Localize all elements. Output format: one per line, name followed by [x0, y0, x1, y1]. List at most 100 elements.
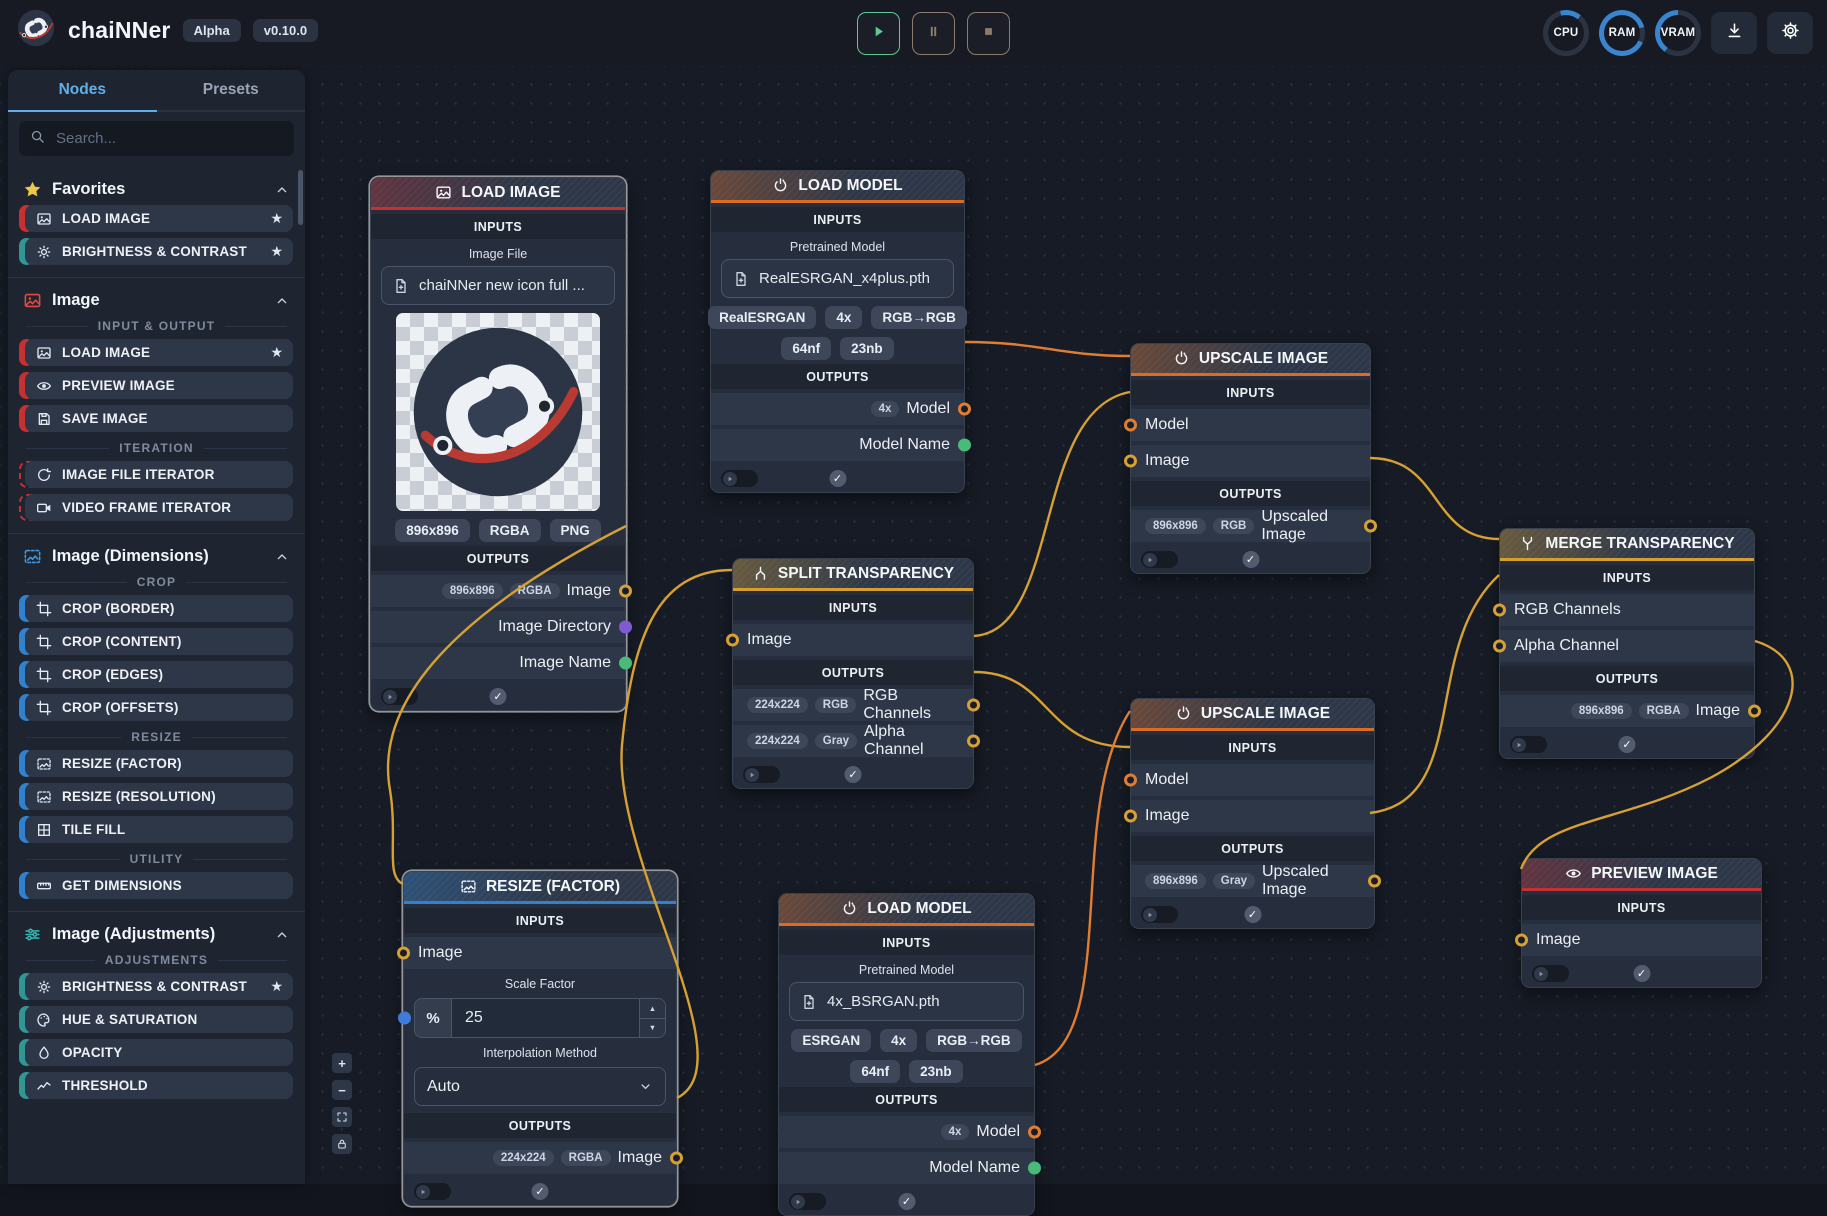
node-upscale-1[interactable]: UPSCALE IMAGEINPUTSModelImageOUTPUTS896x… [1130, 343, 1371, 574]
stepper-up-button[interactable]: ▲ [640, 999, 665, 1019]
interpolation-dropdown[interactable]: Auto [414, 1067, 666, 1106]
model-output-handle[interactable] [958, 403, 971, 416]
chevron-up-icon[interactable] [274, 549, 290, 565]
alpha-channel-input-handle[interactable] [1493, 640, 1506, 653]
sidebar-item-opacity[interactable]: OPACITY [25, 1039, 293, 1066]
sidebar-item-tile-fill[interactable]: TILE FILL [25, 816, 293, 843]
image-output-handle[interactable] [619, 585, 632, 598]
search-box[interactable] [19, 121, 294, 156]
image-directory-output-handle[interactable] [619, 621, 632, 634]
rgb-channels-output-handle[interactable] [967, 699, 980, 712]
pause-toggle[interactable] [414, 1183, 451, 1200]
node-header[interactable]: UPSCALE IMAGE [1131, 699, 1374, 731]
enabled-checkbox[interactable]: ✓ [1633, 965, 1650, 982]
sidebar-item-hue-saturation[interactable]: HUE & SATURATION [25, 1006, 293, 1033]
pause-toggle[interactable] [721, 470, 758, 487]
favorite-star-icon[interactable]: ★ [270, 210, 283, 227]
node-load-model-2[interactable]: LOAD MODELINPUTSPretrained Model4x_BSRGA… [778, 893, 1035, 1216]
chevron-up-icon[interactable] [274, 182, 290, 198]
sidebar-item-crop-border[interactable]: CROP (BORDER) [25, 595, 293, 622]
node-resize-factor[interactable]: RESIZE (FACTOR)INPUTSImageScale Factor%2… [403, 871, 677, 1206]
image-input-handle[interactable] [1124, 455, 1137, 468]
pause-toggle[interactable] [1532, 965, 1569, 982]
image-name-output-handle[interactable] [619, 657, 632, 670]
file-input[interactable]: 4x_BSRGAN.pth [789, 982, 1024, 1021]
node-merge-transparency[interactable]: MERGE TRANSPARENCYINPUTSRGB ChannelsAlph… [1499, 528, 1755, 759]
sidebar-item-image-file-iterator[interactable]: IMAGE FILE ITERATOR [25, 461, 293, 488]
pause-button[interactable] [912, 12, 955, 55]
sidebar-item-load-image[interactable]: LOAD IMAGE★ [25, 205, 293, 232]
enabled-checkbox[interactable]: ✓ [1619, 736, 1636, 753]
zoom-out-button[interactable]: − [332, 1080, 352, 1100]
sidebar-item-crop-content[interactable]: CROP (CONTENT) [25, 628, 293, 655]
node-header[interactable]: PREVIEW IMAGE [1522, 859, 1761, 891]
sidebar-item-threshold[interactable]: THRESHOLD [25, 1072, 293, 1099]
file-input[interactable]: chaiNNer new icon full ... [381, 266, 615, 305]
tab-nodes[interactable]: Nodes [8, 70, 157, 110]
node-preview-image[interactable]: PREVIEW IMAGEINPUTSImage✓ [1521, 858, 1762, 988]
sidebar-item-resize-factor[interactable]: RESIZE (FACTOR) [25, 750, 293, 777]
sidebar-item-brightness-contrast[interactable]: BRIGHTNESS & CONTRAST★ [25, 973, 293, 1000]
pause-toggle[interactable] [743, 766, 780, 783]
pause-toggle[interactable] [1141, 551, 1178, 568]
zoom-in-button[interactable]: + [332, 1053, 352, 1073]
chevron-up-icon[interactable] [274, 927, 290, 943]
node-header[interactable]: LOAD IMAGE [371, 178, 625, 210]
node-load-image[interactable]: LOAD IMAGEINPUTSImage FilechaiNNer new i… [370, 177, 626, 711]
sidebar-item-crop-edges[interactable]: CROP (EDGES) [25, 661, 293, 688]
sidebar-item-save-image[interactable]: SAVE IMAGE [25, 405, 293, 432]
scale-factor-input-handle[interactable] [398, 1012, 411, 1025]
node-header[interactable]: MERGE TRANSPARENCY [1500, 529, 1754, 561]
node-header[interactable]: LOAD MODEL [779, 894, 1034, 926]
category-header-image-dimensions[interactable]: Image (Dimensions) [23, 547, 290, 566]
number-input[interactable]: 25 [452, 999, 639, 1037]
sidebar-item-video-frame-iterator[interactable]: VIDEO FRAME ITERATOR [25, 494, 293, 521]
enabled-checkbox[interactable]: ✓ [898, 1193, 915, 1210]
sidebar-scrollbar[interactable] [298, 170, 303, 225]
favorite-star-icon[interactable]: ★ [270, 978, 283, 995]
favorite-star-icon[interactable]: ★ [270, 243, 283, 260]
node-split-transparency[interactable]: SPLIT TRANSPARENCYINPUTSImageOUTPUTS224x… [732, 558, 974, 789]
image-input-handle[interactable] [726, 634, 739, 647]
model-input-handle[interactable] [1124, 774, 1137, 787]
settings-button[interactable] [1767, 12, 1813, 54]
tab-presets[interactable]: Presets [157, 70, 306, 110]
pause-toggle[interactable] [1141, 906, 1178, 923]
enabled-checkbox[interactable]: ✓ [1244, 906, 1261, 923]
upscaled-image-output-handle[interactable] [1364, 520, 1377, 533]
sidebar-item-get-dimensions[interactable]: GET DIMENSIONS [25, 872, 293, 899]
image-input-handle[interactable] [397, 947, 410, 960]
sidebar-item-load-image[interactable]: LOAD IMAGE★ [25, 339, 293, 366]
rgb-channels-input-handle[interactable] [1493, 604, 1506, 617]
lock-button[interactable] [332, 1134, 352, 1154]
fit-view-button[interactable] [332, 1107, 352, 1127]
chevron-up-icon[interactable] [274, 293, 290, 309]
sidebar-item-preview-image[interactable]: PREVIEW IMAGE [25, 372, 293, 399]
model-name-output-handle[interactable] [1028, 1162, 1041, 1175]
file-input[interactable]: RealESRGAN_x4plus.pth [721, 259, 954, 298]
node-header[interactable]: UPSCALE IMAGE [1131, 344, 1370, 376]
model-output-handle[interactable] [1028, 1126, 1041, 1139]
stop-button[interactable] [967, 12, 1010, 55]
model-name-output-handle[interactable] [958, 439, 971, 452]
enabled-checkbox[interactable]: ✓ [1242, 551, 1259, 568]
sidebar-item-brightness-contrast[interactable]: BRIGHTNESS & CONTRAST★ [25, 238, 293, 265]
category-header-image[interactable]: Image [23, 291, 290, 310]
favorite-star-icon[interactable]: ★ [270, 344, 283, 361]
run-button[interactable] [857, 12, 900, 55]
node-upscale-2[interactable]: UPSCALE IMAGEINPUTSModelImageOUTPUTS896x… [1130, 698, 1375, 929]
node-header[interactable]: RESIZE (FACTOR) [404, 872, 676, 904]
sidebar-item-resize-resolution[interactable]: RESIZE (RESOLUTION) [25, 783, 293, 810]
pause-toggle[interactable] [1510, 736, 1547, 753]
image-input-handle[interactable] [1124, 810, 1137, 823]
enabled-checkbox[interactable]: ✓ [532, 1183, 549, 1200]
node-load-model-1[interactable]: LOAD MODELINPUTSPretrained ModelRealESRG… [710, 170, 965, 493]
enabled-checkbox[interactable]: ✓ [845, 766, 862, 783]
image-output-handle[interactable] [670, 1152, 683, 1165]
node-header[interactable]: LOAD MODEL [711, 171, 964, 203]
enabled-checkbox[interactable]: ✓ [829, 470, 846, 487]
category-header-favorites[interactable]: Favorites [23, 180, 290, 199]
stepper-down-button[interactable]: ▼ [640, 1019, 665, 1038]
upscaled-image-output-handle[interactable] [1368, 875, 1381, 888]
pause-toggle[interactable] [381, 688, 418, 705]
